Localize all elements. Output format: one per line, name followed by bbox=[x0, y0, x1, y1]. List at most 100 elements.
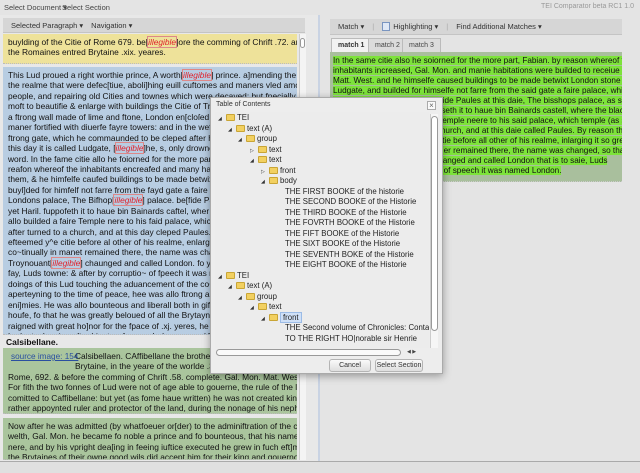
tree-folder-node[interactable]: ▷ text bbox=[250, 145, 282, 156]
close-icon[interactable]: × bbox=[427, 101, 436, 110]
tree-section-item[interactable]: THE SEVENTH BOKE of the Historie bbox=[285, 250, 414, 261]
text-line: welth, Gal. Mon. he became fo noble a pr… bbox=[8, 431, 297, 441]
dialog-title: Table of Contents bbox=[216, 101, 271, 108]
expanded-arrow-icon[interactable]: ◢ bbox=[228, 125, 236, 136]
toc-tree: ◢ TEI ◢ text (A) ◢ group ▷ text ◢ text ▷ front ◢ body… bbox=[215, 112, 429, 348]
tree-section-item[interactable]: THE Second volume of Chronicles: Contain… bbox=[285, 323, 429, 334]
tree-section-item[interactable]: THE FIFT BOOKE of the Historie bbox=[285, 229, 399, 240]
folder-icon bbox=[269, 313, 278, 321]
source-image-link[interactable]: source image: 154 bbox=[11, 352, 78, 362]
text-segment: comitted to Caffibellane: but yet (as fo… bbox=[8, 392, 297, 403]
tree-folder-node[interactable]: ◢ group bbox=[238, 292, 277, 303]
tree-section-item[interactable]: THE THIRD BOOKE of the Historie bbox=[285, 208, 407, 219]
folder-icon bbox=[246, 135, 255, 142]
tree-folder-node[interactable]: ◢ text (A) bbox=[228, 281, 272, 292]
selected-paragraph-menu[interactable]: Selected Paragraph ▾ bbox=[11, 21, 83, 30]
text-segment: Now after he was admitted (by whatfoeuer… bbox=[8, 421, 297, 431]
tree-node-label: body bbox=[280, 176, 297, 185]
tree-folder-node[interactable]: ◢ text bbox=[250, 302, 282, 313]
text-segment: this day it is called Ludgate, [ bbox=[8, 143, 116, 154]
tree-folder-node[interactable]: ◢ text bbox=[250, 155, 282, 166]
tree-folder-node[interactable]: ◢ body bbox=[261, 176, 297, 187]
tree-section-item[interactable]: THE SIXT BOOKE of the Historie bbox=[285, 239, 400, 250]
folder-icon bbox=[258, 145, 267, 153]
tree-section-item[interactable]: THE FIRST BOOKE of the historie bbox=[285, 187, 404, 198]
tree-node-label: THE Second volume of Chronicles: Contain… bbox=[285, 323, 429, 332]
expanded-arrow-icon[interactable]: ◢ bbox=[238, 135, 246, 146]
expanded-arrow-icon[interactable]: ◢ bbox=[218, 114, 226, 125]
left-toolbar: Selected Paragraph ▾ Navigation ▾ bbox=[3, 18, 305, 33]
tree-vertical-scrollbar[interactable] bbox=[430, 114, 438, 348]
highlighting-icon bbox=[382, 22, 391, 31]
tree-node-label: group bbox=[257, 134, 277, 143]
tree-folder-node[interactable]: ◢ front bbox=[261, 311, 302, 325]
paragraph-yellow[interactable]: buylding of the Citie of Rome 679. be[il… bbox=[3, 34, 297, 64]
text-segment: ]ore the comming of Chrift .72. and befo… bbox=[176, 37, 297, 47]
tree-folder-node[interactable]: ◢ group bbox=[238, 134, 277, 145]
paragraph-green-2[interactable]: Now after he was admitted (by whatfoeuer… bbox=[3, 418, 297, 460]
expanded-arrow-icon[interactable]: ◢ bbox=[218, 272, 226, 283]
match-menu[interactable]: Match ▾ bbox=[338, 22, 364, 31]
expanded-arrow-icon[interactable]: ◢ bbox=[250, 156, 258, 167]
match-line: In the same citie also he soiorned for t… bbox=[333, 56, 622, 66]
text-line: the realme that were defec[tiue, aboli]h… bbox=[8, 80, 297, 90]
tree-section-item[interactable]: THE FOVRTH BOOKE of the Historie bbox=[285, 218, 415, 229]
tree-section-item[interactable]: THE EIGHT BOOKE of the Historie bbox=[285, 260, 407, 271]
select-document-menu[interactable]: Select Document ▾ bbox=[4, 3, 67, 12]
text-line: buylding of the Citie of Rome 679. be[il… bbox=[8, 36, 297, 48]
tree-node-label: THE FIRST BOOKE of the historie bbox=[285, 186, 405, 196]
folder-icon bbox=[236, 282, 245, 289]
tree-node-label: THE FIFT BOOKE of the Historie bbox=[285, 228, 400, 238]
cancel-button[interactable]: Cancel bbox=[329, 359, 371, 372]
tree-section-item[interactable]: TO THE RIGHT HO|norable sir Henrie bbox=[285, 334, 417, 345]
text-line: rather appoynted ruler and protector of … bbox=[8, 403, 297, 413]
expanded-arrow-icon[interactable]: ◢ bbox=[238, 293, 246, 304]
navigation-menu[interactable]: Navigation ▾ bbox=[91, 21, 132, 30]
folder-icon bbox=[246, 292, 255, 300]
tree-folder-node[interactable]: ◢ TEI bbox=[218, 113, 249, 124]
tree-node-label: THE SIXT BOOKE of the Historie bbox=[285, 239, 401, 248]
highlighted-text: Ludgate, and builded for himselfe not fa… bbox=[333, 86, 622, 95]
tree-node-label: TO THE RIGHT HO|norable sir Henrie bbox=[285, 333, 418, 343]
tab-match-1[interactable]: match 1 bbox=[331, 38, 372, 52]
expanded-arrow-icon[interactable]: ◢ bbox=[261, 177, 269, 188]
tab-match-3[interactable]: match 3 bbox=[402, 38, 441, 52]
text-line: comitted to Caffibellane: but yet (as fo… bbox=[8, 393, 297, 403]
tree-node-label: THE THIRD BOOKE of the Historie bbox=[285, 207, 407, 217]
tree-node-label: group bbox=[257, 291, 277, 301]
expanded-arrow-icon[interactable]: ◢ bbox=[261, 314, 269, 325]
vscroll-thumb[interactable] bbox=[431, 116, 438, 331]
expanded-arrow-icon[interactable]: ◢ bbox=[228, 282, 236, 293]
expanded-arrow-icon[interactable]: ◢ bbox=[250, 303, 258, 314]
folder-icon bbox=[236, 124, 245, 132]
tree-node-label: THE FOVRTH BOOKE of the Historie bbox=[285, 218, 415, 227]
tree-folder-node[interactable]: ▷ front bbox=[261, 166, 296, 177]
highlighted-text: inhabitants increased, Gal. Mon. and man… bbox=[333, 66, 622, 75]
match-line: inhabitants increased, Gal. Mon. and man… bbox=[333, 66, 622, 76]
status-bar bbox=[0, 461, 640, 473]
tree-section-item[interactable]: THE SECOND BOOKE of the Historie bbox=[285, 197, 416, 208]
text-segment: the Brytaines of their owne good wils di… bbox=[8, 452, 297, 460]
scroll-thumb[interactable] bbox=[300, 38, 305, 48]
folder-icon bbox=[269, 177, 278, 184]
app-title: TEI Comparator beta RC1 1.0 bbox=[541, 3, 634, 10]
find-additional-matches-menu[interactable]: Find Additional Matches ▾ bbox=[456, 22, 541, 31]
highlighting-menu[interactable]: Highlighting ▾ bbox=[393, 22, 438, 31]
tree-node-label: front bbox=[280, 165, 296, 175]
text-segment: Londons palace, The Bifhop[ bbox=[8, 195, 115, 206]
text-segment: nere, and by his vpright dea[ing in feei… bbox=[8, 441, 297, 452]
right-toolbar: Match ▾ | Highlighting ▾ | Find Addition… bbox=[330, 19, 622, 35]
text-line: the Romaines entred Brytaine .xix. yeare… bbox=[8, 47, 292, 57]
tree-folder-node[interactable]: ◢ TEI bbox=[218, 271, 249, 282]
select-section-menu[interactable]: Select Section bbox=[62, 3, 110, 12]
select-section-button[interactable]: Select Section bbox=[375, 359, 423, 372]
section-heading: Calsibellane. bbox=[6, 337, 58, 347]
match-line: Ludgate, and builded for himselfe not fa… bbox=[333, 86, 622, 96]
folder-icon bbox=[226, 114, 235, 121]
tree-folder-node[interactable]: ◢ text (A) bbox=[228, 124, 272, 135]
tree-horizontal-scrollbar[interactable] bbox=[216, 349, 401, 356]
highlighted-text: Matt. West. and he himselfe caused build… bbox=[333, 76, 622, 85]
scroll-arrows-icon[interactable]: ◀ ▶ bbox=[407, 349, 416, 355]
tree-node-label: front bbox=[280, 311, 302, 323]
folder-icon bbox=[258, 303, 267, 310]
